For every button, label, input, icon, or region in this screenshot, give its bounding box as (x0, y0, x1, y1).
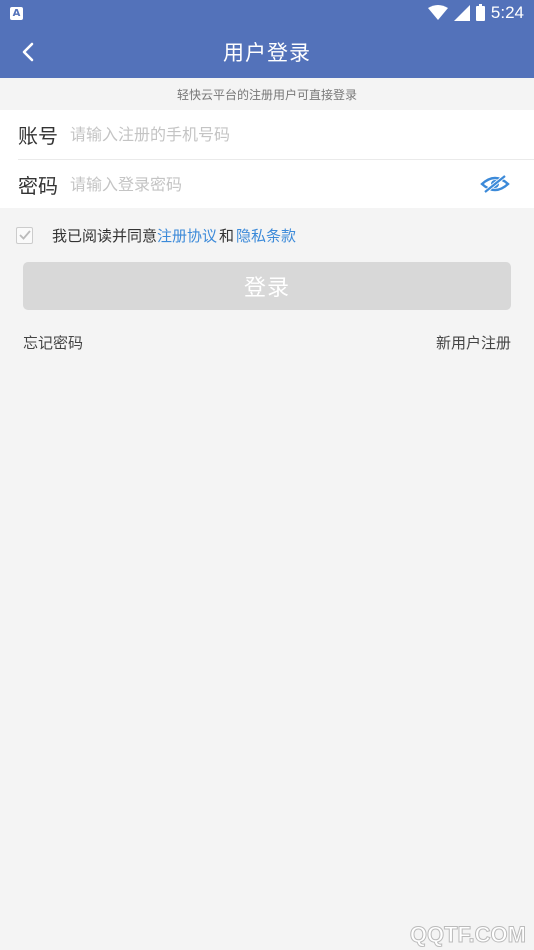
agreement-row: 我已阅读并同意 注册协议 和 隐私条款 (0, 208, 534, 262)
back-button[interactable] (10, 34, 46, 70)
forgot-password-link[interactable]: 忘记密码 (23, 332, 83, 353)
login-button[interactable]: 登录 (23, 262, 511, 310)
password-row: 密码 (18, 159, 534, 208)
account-input[interactable] (70, 125, 534, 144)
notification-icon: A (10, 6, 23, 20)
register-link[interactable]: 新用户注册 (436, 332, 511, 353)
wifi-icon (427, 5, 448, 20)
account-label: 账号 (18, 124, 58, 148)
signal-icon (453, 5, 470, 21)
agreement-prefix: 我已阅读并同意 (52, 226, 158, 245)
status-time: 5:24 (490, 3, 524, 22)
privacy-link[interactable]: 隐私条款 (236, 225, 296, 246)
back-arrow-icon (22, 42, 34, 62)
password-input[interactable] (70, 174, 534, 194)
login-hint: 轻快云平台的注册用户可直接登录 (0, 78, 534, 110)
account-row: 账号 (18, 110, 534, 159)
app-bar: 用户登录 (0, 26, 534, 78)
eye-off-icon[interactable] (480, 174, 510, 194)
terms-link[interactable]: 注册协议 (157, 225, 217, 246)
agreement-conjunction: 和 (219, 226, 235, 245)
bottom-links: 忘记密码 新用户注册 (0, 332, 534, 353)
page-title: 用户登录 (223, 41, 311, 65)
agreement-checkbox[interactable] (16, 226, 33, 244)
status-bar: A 5:24 (0, 0, 534, 26)
password-label: 密码 (18, 173, 58, 198)
check-icon (18, 230, 31, 240)
login-form: 账号 密码 (0, 110, 534, 208)
watermark: QQTF.COM (409, 922, 526, 948)
battery-icon (475, 3, 485, 21)
